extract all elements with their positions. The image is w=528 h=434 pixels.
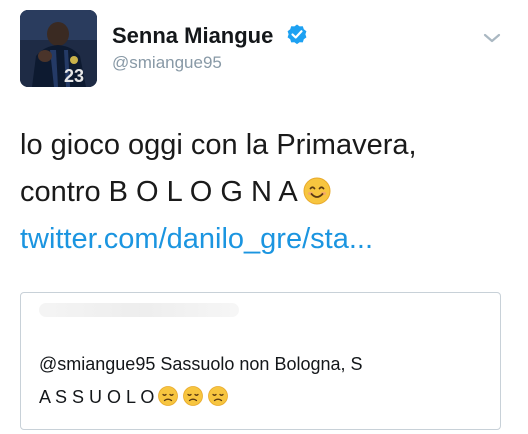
- quoted-emojis: [154, 386, 229, 407]
- avatar[interactable]: 23: [20, 10, 97, 87]
- quoted-text-rest: Sassuolo non Bologna, S: [160, 354, 363, 374]
- avatar-photo: 23: [20, 10, 97, 87]
- quoted-tweet-line: @smiangue95 Sassuolo non Bologna, S: [39, 348, 479, 381]
- tweet-text: lo gioco oggi con la Primavera, contro B…: [20, 122, 417, 263]
- tweet-link[interactable]: twitter.com/danilo_gre/sta...: [20, 223, 373, 255]
- quoted-tweet-line: A S S U O L O: [39, 381, 479, 414]
- author-handle[interactable]: @smiangue95: [112, 53, 222, 73]
- disappointed-face-emoji: [183, 386, 204, 406]
- disappointed-face-emoji: [158, 386, 179, 406]
- tweet-text-bologna: contro B O L O G N A: [20, 176, 298, 208]
- quoted-mention[interactable]: @smiangue95: [39, 354, 155, 374]
- tweet-card: 23 Senna Miangue @smiangue95 lo gioco og…: [0, 0, 528, 434]
- verified-badge-icon: [287, 24, 307, 45]
- smiling-face-emoji: [303, 177, 331, 205]
- quoted-tweet[interactable]: @smiangue95 Sassuolo non Bologna, S A S …: [20, 292, 501, 430]
- chevron-down-icon[interactable]: [481, 30, 503, 46]
- quoted-tweet-header: [39, 303, 239, 317]
- tweet-text-line: lo gioco oggi con la Primavera,: [20, 129, 417, 161]
- tweet-text-line: twitter.com/danilo_gre/sta...: [20, 216, 417, 263]
- quoted-text-sassuolo: A S S U O L O: [39, 387, 155, 407]
- tweet-text-line: contro B O L O G N A: [20, 169, 417, 216]
- avatar-jersey-number: 23: [64, 66, 84, 86]
- author-display-name[interactable]: Senna Miangue: [112, 23, 273, 49]
- quoted-tweet-text: @smiangue95 Sassuolo non Bologna, S A S …: [39, 348, 479, 414]
- disappointed-face-emoji: [208, 386, 229, 406]
